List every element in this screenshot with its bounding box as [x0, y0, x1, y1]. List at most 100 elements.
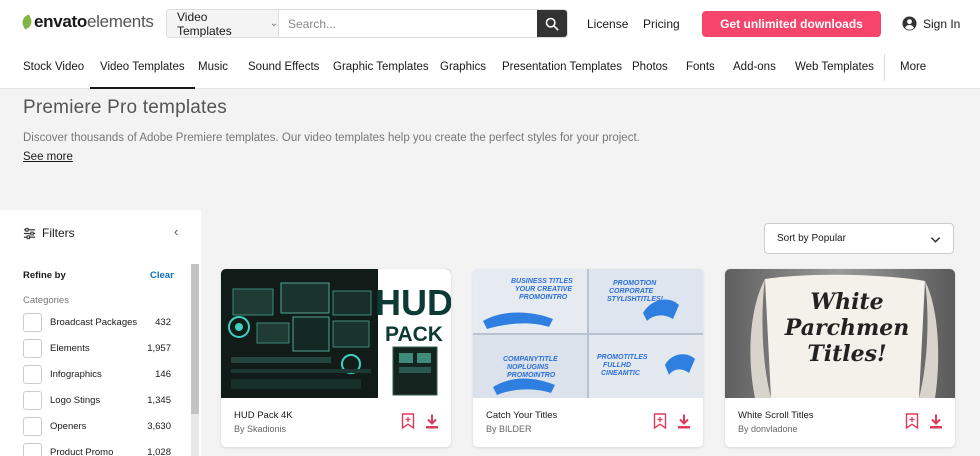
- item-author[interactable]: By Skadionis: [234, 424, 286, 434]
- nav-video-templates[interactable]: Video Templates: [90, 61, 195, 89]
- thumb-text-pack: PACK: [385, 323, 443, 346]
- pricing-link[interactable]: Pricing: [643, 17, 680, 31]
- nav-sound-effects[interactable]: Sound Effects: [248, 61, 319, 73]
- leaf-icon: [19, 14, 35, 30]
- item-author[interactable]: By donvladone: [738, 424, 798, 434]
- item-thumbnail[interactable]: White Parchmen Titles!: [725, 269, 955, 398]
- page-description: Discover thousands of Adobe Premiere tem…: [23, 132, 640, 144]
- item-thumbnail[interactable]: BUSINESS TITLES YOUR CREATIVE PROMOINTRO…: [473, 269, 703, 398]
- thumb-text: BUSINESS TITLES: [511, 278, 573, 285]
- filter-count: 1,345: [147, 394, 171, 406]
- user-icon: [902, 16, 917, 31]
- item-title[interactable]: Catch Your Titles: [486, 410, 557, 421]
- search-button[interactable]: [537, 10, 567, 37]
- search-bar: Video Templates ⌄: [166, 9, 568, 38]
- filter-infographics[interactable]: Infographics 146: [23, 364, 171, 384]
- item-title[interactable]: HUD Pack 4K: [234, 410, 293, 421]
- nav-graphic-templates[interactable]: Graphic Templates: [333, 61, 429, 73]
- sidebar-scrollbar[interactable]: [191, 264, 199, 456]
- scrollbar-thumb[interactable]: [191, 264, 199, 414]
- filter-count: 146: [155, 368, 171, 380]
- collapse-sidebar-icon[interactable]: ‹: [174, 224, 178, 239]
- checkbox[interactable]: [23, 390, 42, 410]
- download-icon[interactable]: [677, 414, 691, 429]
- nav-presentation-templates[interactable]: Presentation Templates: [502, 61, 622, 73]
- thumb-text: PROMOTION: [613, 280, 657, 287]
- item-card-catch-your-titles[interactable]: BUSINESS TITLES YOUR CREATIVE PROMOINTRO…: [473, 269, 703, 447]
- categories-label: Categories: [23, 295, 69, 306]
- see-more-link[interactable]: See more: [23, 151, 73, 163]
- nav-photos[interactable]: Photos: [632, 61, 668, 73]
- search-category-select[interactable]: Video Templates ⌄: [167, 10, 279, 37]
- chevron-down-icon: ⌄: [269, 18, 278, 29]
- thumb-text: FULLHD: [603, 362, 631, 369]
- checkbox[interactable]: [23, 442, 42, 456]
- filter-product-promo[interactable]: Product Promo 1,028: [23, 442, 171, 456]
- filters-sidebar: Filters ‹ Refine by Clear Categories Bro…: [0, 210, 201, 456]
- thumb-text: PROMOINTRO: [507, 372, 556, 379]
- checkbox[interactable]: [23, 364, 42, 384]
- nav-fonts[interactable]: Fonts: [686, 61, 715, 73]
- filters-heading: Filters: [23, 226, 75, 240]
- logo-bold-text: envato: [34, 12, 87, 31]
- thumb-text: YOUR CREATIVE: [515, 286, 572, 293]
- thumb-text-hud: HUD: [375, 282, 451, 323]
- checkbox[interactable]: [23, 338, 42, 358]
- nav-web-templates[interactable]: Web Templates: [795, 61, 874, 73]
- sort-label: Sort by Popular: [777, 233, 846, 244]
- nav-graphics[interactable]: Graphics: [440, 61, 486, 73]
- nav-add-ons[interactable]: Add-ons: [733, 61, 776, 73]
- bookmark-icon[interactable]: [401, 413, 415, 429]
- item-card-hud-pack[interactable]: HUD PACK HUD Pack 4K By Skadionis: [221, 269, 451, 447]
- bookmark-icon[interactable]: [905, 413, 919, 429]
- top-header: envatoelements Video Templates ⌄ License…: [0, 0, 980, 46]
- filter-name: Elements: [50, 342, 90, 354]
- get-unlimited-downloads-button[interactable]: Get unlimited downloads: [702, 11, 881, 37]
- chevron-down-icon: [930, 237, 941, 243]
- filter-name: Broadcast Packages: [50, 316, 138, 328]
- filter-openers[interactable]: Openers 3,630: [23, 416, 171, 436]
- envato-logo[interactable]: envato elements: [19, 12, 154, 32]
- item-card-white-scroll-titles[interactable]: White Parchmen Titles! White Scroll Titl…: [725, 269, 955, 447]
- checkbox[interactable]: [23, 312, 42, 332]
- filter-elements[interactable]: Elements 1,957: [23, 338, 171, 358]
- download-icon[interactable]: [929, 414, 943, 429]
- filter-logo-stings[interactable]: Logo Stings 1,345: [23, 390, 171, 410]
- filter-name: Product Promo: [50, 446, 114, 456]
- nav-stock-video[interactable]: Stock Video: [23, 61, 84, 73]
- thumb-text: PROMOTITLES: [597, 354, 648, 361]
- filter-name: Openers: [50, 420, 87, 432]
- search-category-label: Video Templates: [177, 9, 232, 38]
- item-author[interactable]: By BILDER: [486, 424, 532, 434]
- thumb-text: NOPLUGINS: [507, 364, 549, 371]
- item-title[interactable]: White Scroll Titles: [738, 410, 814, 421]
- bookmark-icon[interactable]: [653, 413, 667, 429]
- filter-count: 432: [155, 316, 171, 328]
- download-icon[interactable]: [425, 414, 439, 429]
- search-input[interactable]: [279, 10, 537, 37]
- thumb-text: White: [810, 289, 883, 315]
- thumb-text: Parchmen: [784, 315, 909, 341]
- sort-dropdown[interactable]: Sort by Popular: [764, 223, 954, 254]
- checkbox[interactable]: [23, 416, 42, 436]
- sign-in-label: Sign In: [923, 16, 961, 31]
- nav-divider: [884, 54, 885, 81]
- thumb-text: CINEAMTIC: [601, 370, 641, 377]
- filter-name: Infographics: [50, 368, 102, 380]
- nav-music[interactable]: Music: [198, 61, 228, 73]
- thumb-text: COMPANYTITLE: [503, 356, 558, 363]
- logo-light-text: elements: [87, 12, 154, 31]
- sign-in-button[interactable]: Sign In: [902, 16, 960, 31]
- search-icon: [545, 17, 559, 30]
- item-thumbnail[interactable]: HUD PACK: [221, 269, 451, 398]
- thumb-text: CORPORATE: [609, 288, 654, 295]
- filter-broadcast-packages[interactable]: Broadcast Packages 432: [23, 312, 171, 332]
- nav-more[interactable]: More: [900, 61, 926, 73]
- license-link[interactable]: License: [587, 17, 628, 31]
- clear-filters-link[interactable]: Clear: [150, 270, 174, 281]
- category-nav: Stock Video Video Templates Music Sound …: [0, 46, 980, 89]
- refine-by-label: Refine by: [23, 270, 66, 281]
- filter-count: 3,630: [147, 420, 171, 432]
- filter-name: Logo Stings: [50, 394, 101, 406]
- thumb-text: PROMOINTRO: [519, 294, 568, 301]
